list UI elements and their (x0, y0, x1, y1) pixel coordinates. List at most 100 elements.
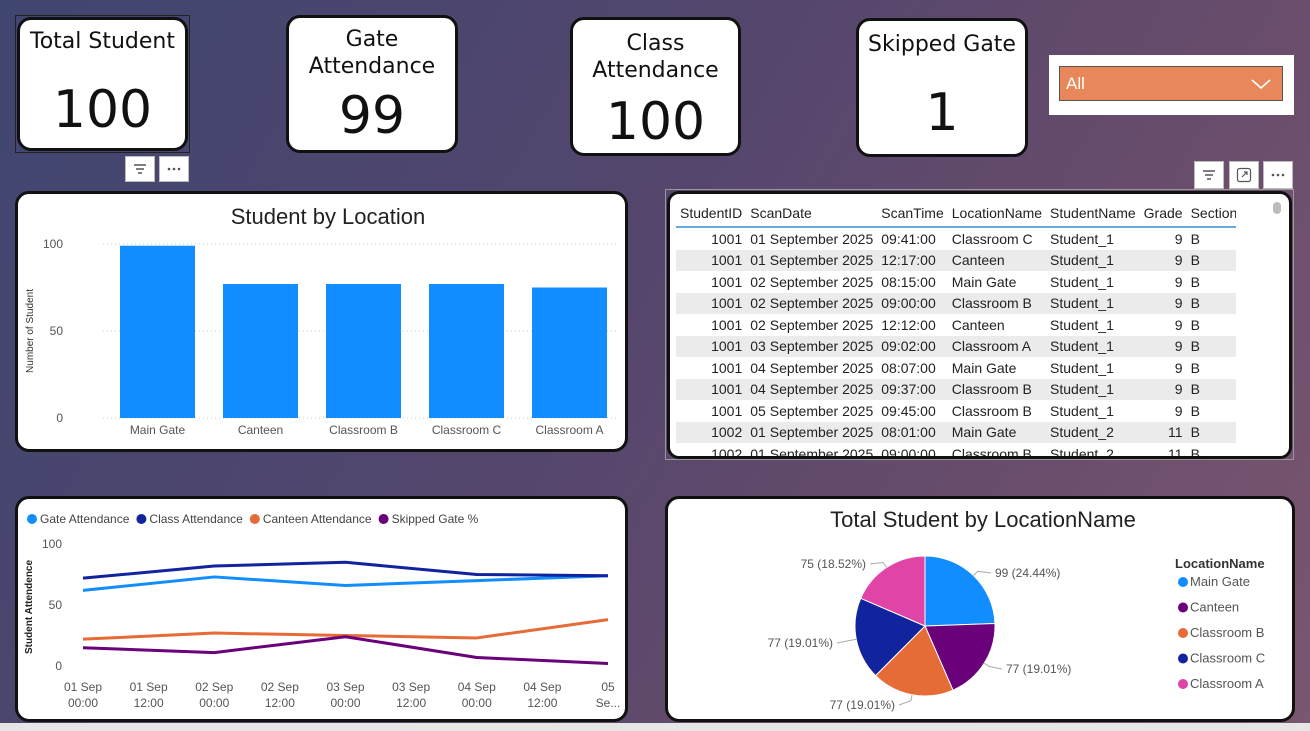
focus-mode-button[interactable] (1229, 161, 1259, 189)
class-attendance-value: 100 (605, 92, 706, 152)
legend-marker (27, 514, 37, 524)
bar-y-tick-label: 100 (43, 237, 63, 251)
table-cell: 02 September 2025 (750, 316, 874, 333)
table-cell: Classroom B (951, 402, 1032, 419)
table-scrollbar[interactable] (1273, 202, 1281, 214)
pie-legend-label[interactable]: Classroom B (1190, 625, 1264, 640)
line-x-tick-label: 12:00 (265, 696, 295, 710)
series-line[interactable] (82, 574, 609, 592)
table-row[interactable]: 1001 02 September 2025 09:00:00 Classroom B… (676, 292, 1236, 314)
table-cell: 9 (1139, 335, 1187, 357)
column-header[interactable]: StudentName (1046, 200, 1140, 228)
table-cell: 11 (1168, 445, 1183, 456)
table-cell: 09:00:00 (881, 445, 936, 456)
bar-y-tick-label: 50 (50, 324, 64, 338)
table-cell: 09:02:00 (877, 335, 948, 357)
table-row[interactable]: 1001 01 September 2025 09:41:00 Classroom C… (676, 227, 1236, 250)
column-header[interactable]: ScanTime (877, 200, 948, 228)
legend-label[interactable]: Class Attendance (149, 512, 243, 526)
table-row[interactable]: 1001 05 September 2025 09:45:00 Classroom B… (676, 400, 1236, 422)
pie-legend-label[interactable]: Canteen (1190, 600, 1239, 615)
table-cell: Main Gate (951, 273, 1017, 290)
table-cell: Student_1 (1050, 402, 1114, 419)
bar-chart-panel: Student by Location Number of Student 10… (15, 191, 628, 452)
table-row[interactable]: 1002 01 September 2025 09:00:00 Classroom B… (676, 443, 1236, 456)
bar[interactable] (120, 245, 195, 418)
bar[interactable] (429, 284, 504, 418)
line-x-tick-label: 03 Sep (392, 680, 430, 694)
table-row[interactable]: 1002 01 September 2025 08:01:00 Main Gate St… (676, 421, 1236, 443)
bottom-frame (0, 723, 1310, 731)
pie-legend-title: LocationName (1175, 556, 1265, 571)
pie-slice[interactable] (924, 555, 996, 627)
line-x-tick-label: 12:00 (527, 696, 557, 710)
gate-attendance-card[interactable]: Gate Attendance 99 (286, 15, 458, 153)
table-cell: 08:15:00 (881, 273, 936, 290)
pie-legend-label[interactable]: Classroom C (1190, 651, 1265, 666)
slicer-dropdown[interactable]: All (1059, 66, 1283, 101)
pie-data-label: 75 (18.52%) (801, 557, 866, 571)
line-chart: Gate Attendance Class Attendance Canteen A… (24, 512, 620, 710)
pie-legend-label[interactable]: Classroom A (1190, 676, 1264, 691)
filter-icon (1203, 170, 1215, 180)
class-attendance-title-1: Class (626, 31, 685, 56)
line-x-tick-label: 12:00 (396, 696, 426, 710)
table-cell: 02 September 2025 (750, 273, 874, 290)
column-header[interactable]: ScanDate (746, 200, 878, 228)
table-row[interactable]: 1001 04 September 2025 08:07:00 Main Gate St… (676, 357, 1236, 379)
bar-x-tick-label: Classroom B (329, 423, 398, 437)
table-cell: 9 (1139, 292, 1187, 314)
table-cell: 9 (1139, 378, 1187, 400)
pie-data-label: 77 (19.01%) (1006, 662, 1071, 676)
table-cell: Classroom B (947, 378, 1047, 400)
table-row[interactable]: 1001 03 September 2025 09:02:00 Classroom A… (676, 335, 1236, 357)
table-cell: 1001 (676, 249, 747, 271)
total-student-card[interactable]: Total Student 100 (17, 17, 188, 151)
table-filter-button[interactable] (1194, 161, 1224, 189)
table-cell: B (1190, 230, 1200, 247)
pie-leader-line (983, 662, 1003, 670)
line-x-tick-label: 04 Sep (523, 680, 561, 694)
skipped-gate-card[interactable]: Skipped Gate 1 (856, 18, 1028, 157)
line-y-tick-label: 50 (49, 598, 63, 612)
legend-label[interactable]: Gate Attendance (40, 512, 130, 526)
column-header[interactable]: LocationName (947, 200, 1047, 228)
table-row[interactable]: 1001 01 September 2025 12:17:00 Canteen Stud… (676, 249, 1236, 271)
table-row[interactable]: 1001 02 September 2025 08:15:00 Main Gate St… (676, 271, 1236, 293)
gate-attendance-value: 99 (338, 86, 406, 146)
table-cell: 9 (1174, 273, 1183, 290)
table-scroll-area[interactable]: StudentID ScanDate ScanTime LocationName Stu… (676, 200, 1236, 456)
table-row[interactable]: 1001 02 September 2025 12:12:00 Canteen Stud… (676, 314, 1236, 336)
pie-legend-label[interactable]: Main Gate (1190, 574, 1250, 589)
bar-x-tick-label: Canteen (238, 423, 283, 437)
bar-x-tick-label: Main Gate (130, 423, 186, 437)
more-options-button[interactable] (159, 156, 189, 182)
table-cell: 12:12:00 (881, 316, 936, 333)
line-y-tick-label: 100 (42, 537, 62, 551)
column-header[interactable]: Section (1186, 200, 1236, 228)
legend-marker (249, 514, 260, 524)
bar[interactable] (532, 287, 607, 419)
line-x-tick-label: 00:00 (68, 696, 98, 710)
table-cell: B (1190, 445, 1200, 456)
table-cell: B (1186, 335, 1236, 357)
line-x-tick-label: 04 Sep (458, 680, 496, 694)
series-line[interactable] (82, 635, 609, 666)
class-attendance-card[interactable]: Class Attendance 100 (570, 17, 741, 156)
table-cell: Main Gate (951, 359, 1017, 376)
bar[interactable] (223, 284, 298, 418)
column-header[interactable]: Grade (1139, 200, 1187, 228)
column-header[interactable]: StudentID (676, 200, 747, 228)
table-more-options-button[interactable] (1263, 161, 1293, 189)
table-row[interactable]: 1001 04 September 2025 09:37:00 Classroom B… (676, 378, 1236, 400)
total-student-value: 100 (52, 80, 153, 140)
line-x-tick-label: 02 Sep (261, 680, 299, 694)
bar[interactable] (326, 284, 401, 418)
table-cell: Student_1 (1050, 316, 1114, 333)
series-line[interactable] (82, 560, 609, 580)
legend-label[interactable]: Skipped Gate % (392, 512, 479, 526)
line-x-tick-label: 02 Sep (195, 680, 233, 694)
legend-label[interactable]: Canteen Attendance (263, 512, 372, 526)
filter-button[interactable] (125, 156, 155, 182)
gate-attendance-title-2: Attendance (308, 54, 436, 79)
